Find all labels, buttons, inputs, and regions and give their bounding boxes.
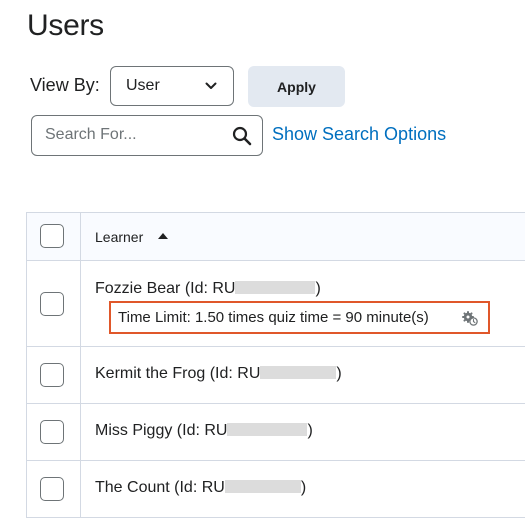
search-input[interactable] <box>45 126 220 144</box>
search-icon[interactable] <box>232 126 252 146</box>
table-row: Miss Piggy (Id: RU) <box>27 404 525 461</box>
select-all-cell <box>27 213 81 260</box>
time-limit-note: Time Limit: 1.50 times quiz time = 90 mi… <box>109 301 490 334</box>
apply-button[interactable]: Apply <box>248 66 345 107</box>
learner-name[interactable]: The Count (Id: RU) <box>95 479 306 497</box>
time-limit-text: Time Limit: 1.50 times quiz time = 90 mi… <box>118 309 429 326</box>
chevron-down-icon <box>205 82 217 89</box>
view-by-select[interactable]: User <box>110 66 234 106</box>
select-all-checkbox[interactable] <box>40 224 64 248</box>
table-row: Fozzie Bear (Id: RU) Time Limit: 1.50 ti… <box>27 261 525 347</box>
page-title: Users <box>27 9 104 42</box>
gear-icon[interactable] <box>462 311 479 327</box>
table-row: The Count (Id: RU) <box>27 461 525 518</box>
sort-ascending-icon[interactable] <box>158 233 168 239</box>
redacted-id <box>260 366 337 379</box>
learner-name[interactable]: Kermit the Frog (Id: RU) <box>95 365 342 383</box>
view-by-label: View By: <box>30 75 100 95</box>
table-header-row: Learner <box>27 213 525 261</box>
learner-name[interactable]: Fozzie Bear (Id: RU) <box>95 280 321 298</box>
users-table: Learner Fozzie Bear (Id: RU) Time Limit:… <box>26 212 525 518</box>
redacted-id <box>227 423 308 436</box>
table-row: Kermit the Frog (Id: RU) <box>27 347 525 404</box>
row-checkbox[interactable] <box>40 292 64 316</box>
view-by-value: User <box>126 77 160 94</box>
redacted-id <box>224 480 301 493</box>
search-box <box>31 115 263 156</box>
learner-name[interactable]: Miss Piggy (Id: RU) <box>95 422 313 440</box>
show-search-options-link[interactable]: Show Search Options <box>272 124 446 145</box>
redacted-id <box>235 281 316 294</box>
row-checkbox[interactable] <box>40 420 64 444</box>
row-checkbox[interactable] <box>40 477 64 501</box>
row-checkbox[interactable] <box>40 363 64 387</box>
learner-column-header[interactable]: Learner <box>95 229 143 245</box>
